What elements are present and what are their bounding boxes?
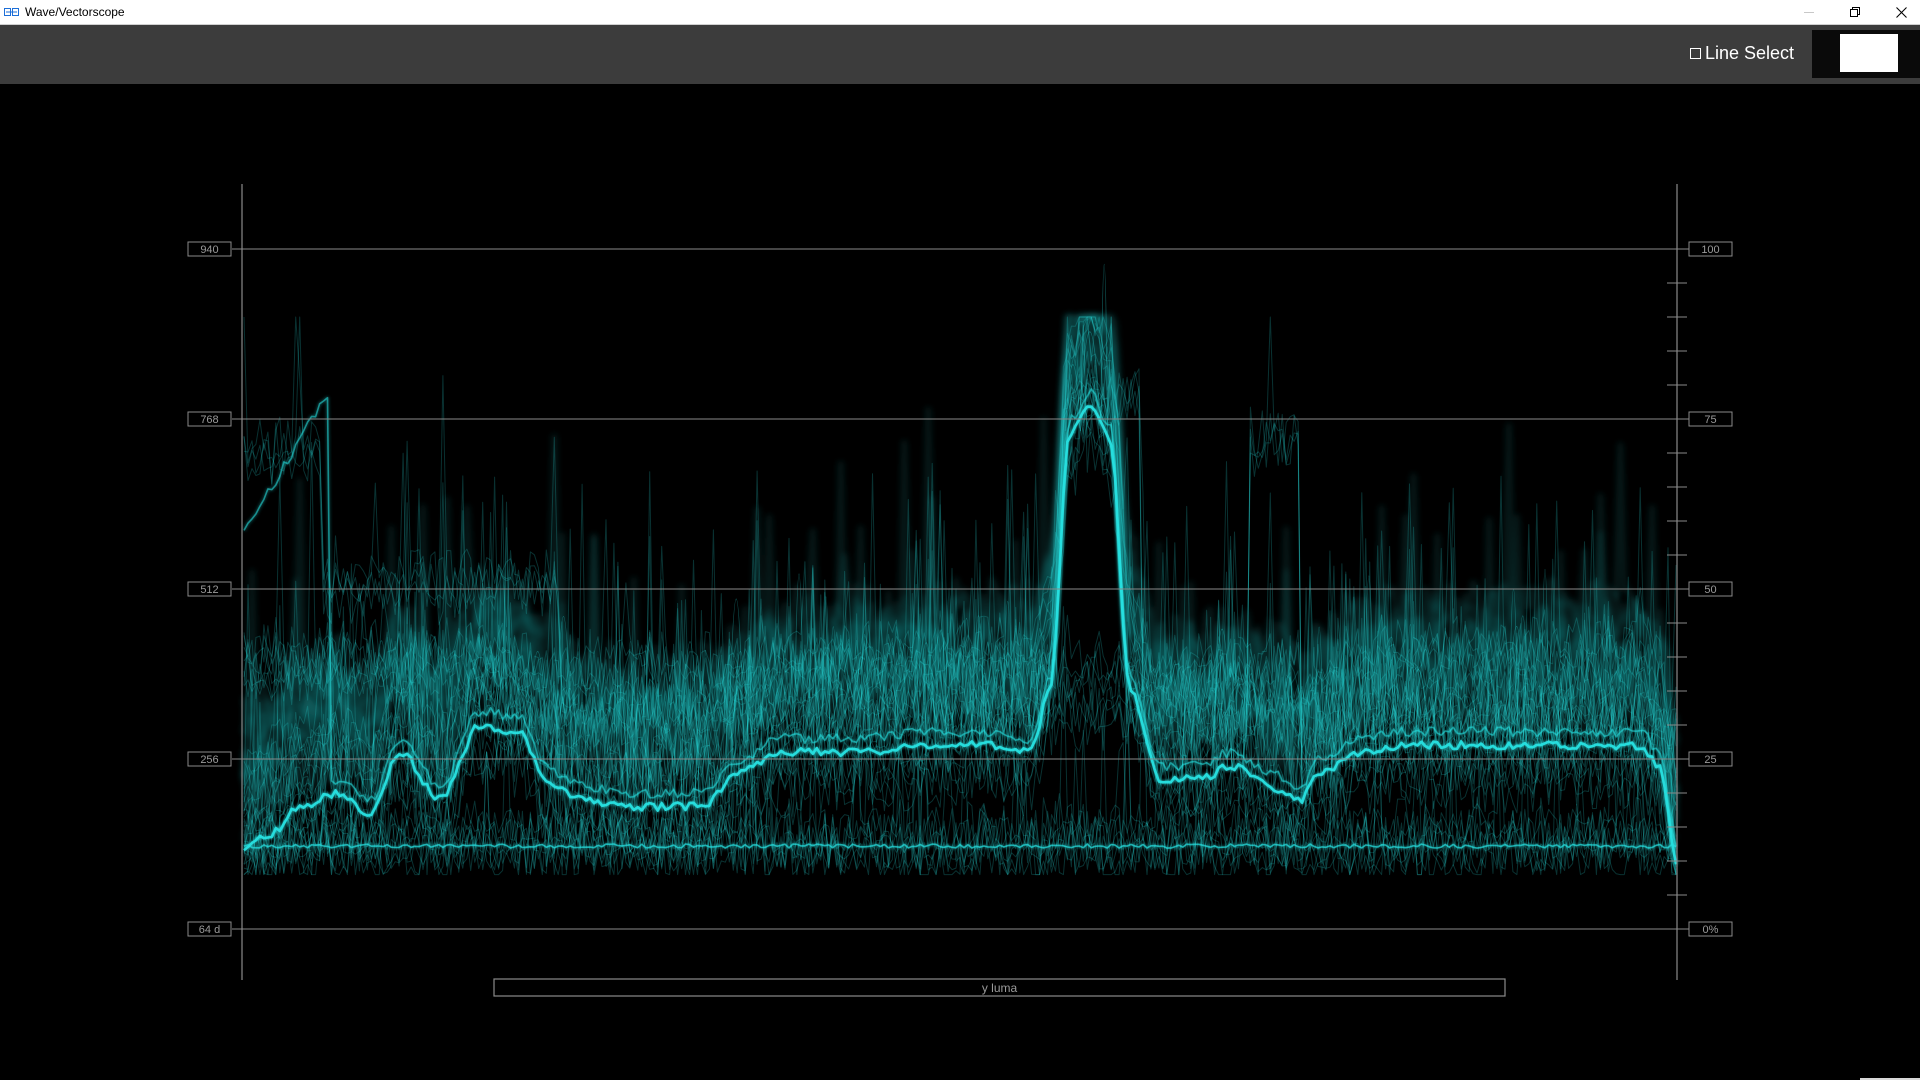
svg-text:0%: 0% [1703,924,1719,936]
close-button[interactable] [1878,0,1920,24]
restore-button[interactable] [1832,0,1878,24]
waveform-scope: 940 768 512 256 64 d 100 75 50 25 0% y l… [0,84,1920,1080]
waveform-haze-band [241,314,1679,822]
minimize-icon [1804,12,1814,13]
window-title: Wave/Vectorscope [25,5,125,19]
svg-text:25: 25 [1704,754,1716,766]
svg-text:512: 512 [200,584,218,596]
right-scale-label-25: 25 [1688,751,1733,767]
left-scale-label-512: 512 [187,581,232,597]
line-select-label: Line Select [1705,42,1795,63]
channel-label: y luma [982,981,1018,995]
waveform-display: 940 768 512 256 64 d 100 75 50 25 0% y l… [187,184,1733,997]
waveform-trace-faint [243,263,1677,876]
svg-text:940: 940 [200,244,218,256]
channel-label-box[interactable]: y luma [493,978,1506,997]
right-scale-label-50: 50 [1688,581,1733,597]
svg-text:50: 50 [1704,584,1716,596]
left-scale-label-64d: 64 d [187,921,232,937]
restore-icon [1850,7,1860,17]
svg-text:75: 75 [1704,414,1716,426]
title-bar: Wave/Vectorscope [0,0,1920,25]
line-select-toggle[interactable]: Line Select [1690,42,1794,64]
left-scale-label-256: 256 [187,751,232,767]
right-scale-label-100: 100 [1688,241,1733,257]
app-icon [4,8,19,16]
left-scale-label-768: 768 [187,411,232,427]
close-icon [1895,6,1907,18]
right-scale-label-75: 75 [1688,411,1733,427]
svg-text:100: 100 [1701,244,1719,256]
toolbar: Line Select [0,25,1920,84]
svg-text:64 d: 64 d [199,924,220,936]
svg-text:768: 768 [200,414,218,426]
left-scale-label-940: 940 [187,241,232,257]
line-select-checkbox[interactable] [1690,47,1701,59]
color-swatch[interactable] [1840,34,1898,72]
minimize-button[interactable] [1786,0,1832,24]
right-scale-label-0: 0% [1688,921,1733,937]
svg-text:256: 256 [200,754,218,766]
